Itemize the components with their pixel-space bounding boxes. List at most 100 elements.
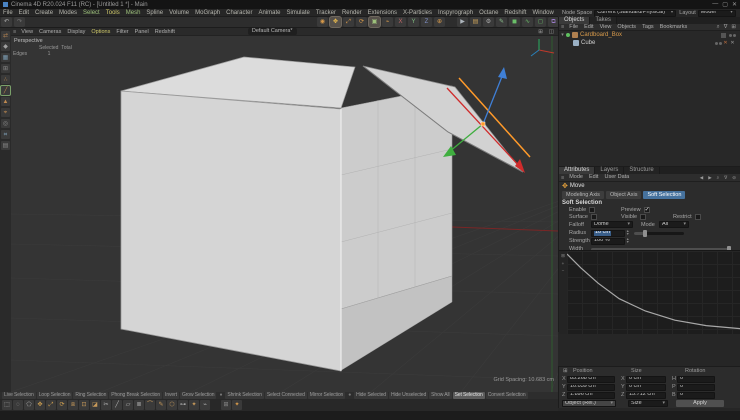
command-tab[interactable]: Ring Selection — [73, 392, 108, 399]
scale-icon[interactable]: ⤢ — [46, 400, 56, 410]
viewport-menu-icon[interactable]: ≡ — [11, 29, 18, 35]
layer-chip[interactable] — [721, 33, 726, 38]
workplane-mode-icon[interactable]: ⊞ — [1, 64, 10, 73]
zoom-in-icon[interactable]: + — [562, 261, 565, 266]
extrude-icon[interactable]: ⧈ — [68, 400, 78, 410]
object-manager-menu-item[interactable]: Tags — [639, 24, 657, 31]
pen-tool-icon[interactable]: ✎ — [496, 17, 507, 27]
menu-item[interactable]: Window — [529, 9, 556, 17]
selection-tag-icon[interactable]: ✕ — [722, 39, 729, 47]
inner-extrude-icon[interactable]: ⊡ — [79, 400, 89, 410]
object-manager-menu-item[interactable]: Bookmarks — [657, 24, 691, 31]
tree-row-parent[interactable]: ▾ Cardboard_Box — [559, 31, 740, 39]
checkbox[interactable] — [591, 214, 597, 220]
command-tab[interactable]: ● — [346, 392, 353, 399]
enabled-dot-icon[interactable] — [566, 33, 570, 37]
menu-item[interactable]: Inspyrograph — [435, 9, 476, 17]
viewport-solo-icon[interactable]: ◎ — [1, 119, 10, 128]
falloff-curve-panel[interactable]: ⊞ + − — [559, 250, 740, 333]
rotation-b-input[interactable]: 0 ° — [677, 392, 715, 399]
viewport-menu-item[interactable]: View — [18, 28, 36, 36]
enable-axis-icon[interactable]: ⌖ — [1, 108, 10, 117]
array-tool-icon[interactable]: ⊞ — [221, 400, 231, 410]
phong-tag-icon[interactable]: ✕ — [729, 39, 736, 47]
menu-item[interactable]: Mesh — [123, 9, 144, 17]
rotation-p-input[interactable]: 0 ° — [677, 384, 715, 391]
size-y-input[interactable]: 0 cm — [626, 384, 666, 391]
command-tab[interactable]: Mirror Selection — [308, 392, 345, 399]
points-mode-icon[interactable]: ∴ — [1, 75, 10, 84]
visibility-dot-icon[interactable] — [715, 42, 718, 45]
viewport-canvas[interactable] — [11, 36, 558, 392]
maximize-pane-icon[interactable]: ◫ — [547, 29, 556, 35]
command-tab[interactable]: Live Selection — [2, 392, 36, 399]
menu-item[interactable]: Tools — [103, 9, 123, 17]
weld-icon[interactable]: ⊶ — [178, 400, 188, 410]
pane-toggle-icon[interactable]: ⊞ — [536, 29, 545, 35]
edges-mode-icon[interactable]: ╱ — [1, 86, 10, 95]
search-icon[interactable]: ⌕ — [715, 175, 722, 180]
panel-menu-icon[interactable]: ≡ — [559, 175, 566, 181]
visibility-dot-icon[interactable] — [733, 34, 736, 37]
move-icon[interactable]: ✥ — [35, 400, 45, 410]
checkbox[interactable] — [589, 207, 595, 213]
checkbox[interactable] — [644, 207, 650, 213]
columns-icon[interactable]: ⊞ — [729, 24, 738, 30]
command-tab[interactable]: Set Selection — [453, 392, 485, 399]
paint-setup-icon[interactable]: ✦ — [232, 400, 242, 410]
lock-icon[interactable]: ⊝ — [730, 175, 738, 181]
menu-item[interactable]: Character — [223, 9, 255, 17]
menu-item[interactable]: Spline — [143, 9, 166, 17]
object-manager-menu-item[interactable]: Objects — [614, 24, 639, 31]
close-button[interactable]: ✕ — [732, 1, 737, 8]
menu-item[interactable]: Animate — [255, 9, 283, 17]
radius-slider[interactable] — [634, 232, 684, 235]
magnet-icon[interactable]: ⌁ — [200, 400, 210, 410]
panel-menu-icon[interactable]: ≡ — [559, 24, 566, 30]
menu-item[interactable]: Octane — [476, 9, 501, 17]
cube-primitive-icon[interactable]: ◼ — [509, 17, 520, 27]
node-space-select[interactable]: Current (Standard/Physical)▾ — [594, 10, 676, 17]
render-view-icon[interactable]: ▶ — [457, 17, 468, 27]
viewport-menu-item[interactable]: Filter — [113, 28, 131, 36]
stepper[interactable]: ▲▼ — [626, 238, 630, 245]
menu-item[interactable]: Volume — [166, 9, 192, 17]
bridge-icon[interactable]: ⌒ — [145, 400, 155, 410]
camera-link-pill[interactable]: Default Camera* — [248, 28, 297, 35]
viewport-menu-item[interactable]: Options — [88, 28, 113, 36]
command-tab[interactable]: Hide Selected — [354, 392, 388, 399]
attribute-menu-item[interactable]: Edit — [586, 174, 601, 181]
attribute-menu-item[interactable]: User Data — [601, 174, 632, 181]
polygon-selection-icon[interactable]: ⬠ — [24, 400, 34, 410]
mode-select[interactable]: All▾ — [659, 221, 689, 228]
object-name[interactable]: Cardboard_Box — [580, 31, 622, 39]
strength-input[interactable]: 100 % — [591, 238, 625, 245]
menu-item[interactable]: MoGraph — [192, 9, 223, 17]
axis-tab-button[interactable]: Object Axis — [606, 191, 642, 199]
snap-settings-icon[interactable]: ⌗ — [1, 130, 10, 139]
menu-item[interactable]: Simulate — [284, 9, 313, 17]
zoom-out-icon[interactable]: − — [562, 268, 565, 273]
axis-tab-button[interactable]: Modeling Axis — [562, 191, 604, 199]
command-tab[interactable]: Select Connected — [265, 392, 307, 399]
menu-item[interactable]: Extensions — [365, 9, 400, 17]
section-title[interactable]: Soft Selection — [562, 200, 602, 206]
tab-structure[interactable]: Structure — [624, 167, 659, 174]
falloff-select[interactable]: Dome▾ — [591, 221, 633, 228]
expand-arrow-icon[interactable]: ▾ — [559, 31, 566, 39]
subdivision-surface-icon[interactable]: ◻ — [535, 17, 546, 27]
brush-icon[interactable]: ✦ — [189, 400, 199, 410]
move-tool-icon[interactable]: ✥ — [330, 17, 341, 27]
size-z-input[interactable]: 15.712 cm — [626, 392, 666, 399]
command-tab[interactable]: Invert — [163, 392, 179, 399]
menu-item[interactable]: File — [0, 9, 16, 17]
rectangle-selection-icon[interactable]: ⬚ — [2, 400, 12, 410]
position-y-input[interactable]: 10.039 cm — [567, 384, 615, 391]
object-manager-menu-item[interactable]: View — [597, 24, 615, 31]
menu-item[interactable]: Render — [339, 9, 365, 17]
workplane-lock-icon[interactable]: ▤ — [1, 141, 10, 150]
size-mode-select[interactable]: Size▾ — [628, 400, 668, 407]
coordinate-system-icon[interactable]: ⊕ — [434, 17, 445, 27]
menu-item[interactable]: Edit — [16, 9, 32, 17]
bevel-icon[interactable]: ◪ — [90, 400, 100, 410]
